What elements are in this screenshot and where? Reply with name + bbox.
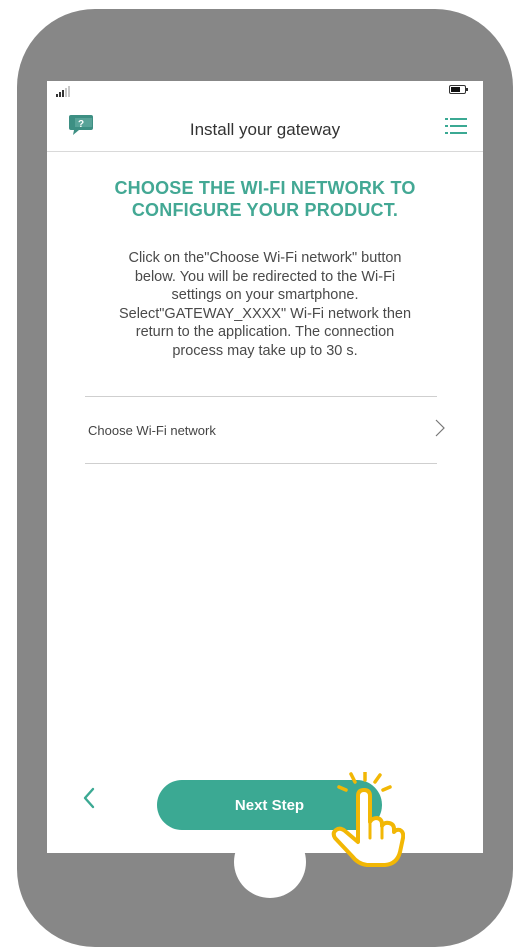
nav-divider — [47, 151, 483, 152]
chevron-right-icon — [435, 419, 445, 437]
instruction-line: return to the application. The connectio… — [135, 324, 395, 340]
wifi-row-label: Choose Wi-Fi network — [88, 423, 216, 438]
status-bar — [47, 81, 483, 103]
instruction-line: settings on your smartphone. — [171, 287, 359, 303]
section-heading: CHOOSE THE WI-FI NETWORK TO CONFIGURE YO… — [65, 177, 465, 221]
heading-line: CONFIGURE YOUR PRODUCT. — [131, 200, 399, 220]
chevron-left-icon[interactable] — [77, 783, 101, 813]
choose-wifi-network-row[interactable]: Choose Wi-Fi network — [85, 397, 447, 463]
instruction-line: Select"GATEWAY_XXXX" Wi-Fi network then — [118, 305, 412, 322]
instruction-line: below. You will be redirected to the Wi-… — [134, 268, 396, 285]
signal-bars-icon — [56, 86, 70, 97]
app-screen: ? Install your gateway CHOOSE THE WI-FI … — [47, 81, 483, 853]
battery-icon — [449, 85, 468, 94]
tap-hand-icon — [331, 772, 405, 867]
heading-line: CHOOSE THE WI-FI NETWORK TO — [114, 178, 416, 198]
instructions-text: Click on the"Choose Wi-Fi network" butto… — [75, 249, 455, 360]
page-title: Install your gateway — [189, 120, 341, 139]
nav-bar: ? Install your gateway — [47, 103, 483, 151]
instruction-line: process may take up to 30 s. — [172, 342, 358, 359]
instruction-line: Click on the"Choose Wi-Fi network" butto… — [128, 250, 402, 266]
list-divider-bottom — [85, 463, 437, 464]
list-menu-icon[interactable] — [445, 117, 467, 135]
